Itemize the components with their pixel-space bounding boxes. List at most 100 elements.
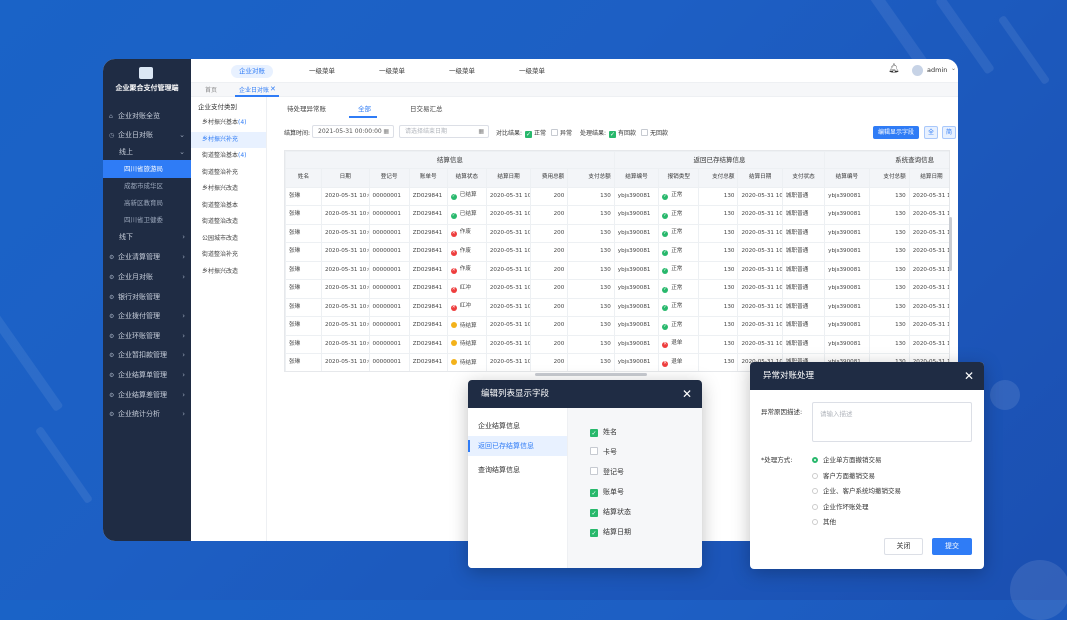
user-name[interactable]: admin	[927, 66, 947, 74]
cancel-button[interactable]: 关闭	[884, 538, 923, 555]
category-item[interactable]: 街道整治基本(4)	[191, 148, 266, 164]
field-checkbox[interactable]: ✓ 账单号	[590, 482, 702, 502]
sidebar-item[interactable]: 线上 ⌄	[103, 143, 191, 161]
category-item[interactable]: 街道整治补充	[191, 247, 266, 263]
sidebar-item[interactable]: 线下 ›	[103, 228, 191, 246]
radio-icon	[812, 519, 818, 525]
column-header: 费用总额	[530, 168, 569, 188]
process-paid-checkbox[interactable]: ✓ 有回款	[609, 128, 636, 138]
top-menu-item[interactable]: 一级菜单	[449, 65, 475, 78]
cell-text: 130	[600, 285, 611, 292]
close-icon[interactable]: ✕	[964, 362, 974, 390]
edit-fields-button[interactable]: 编辑显示字段	[873, 126, 919, 139]
end-date-input[interactable]: 请选择结束日期 ▦	[399, 125, 489, 138]
process-unpaid-checkbox[interactable]: 无回款	[641, 128, 668, 137]
horizontal-scrollbar[interactable]	[535, 373, 647, 376]
table-row[interactable]: 张琳2020-05-31 10:00:0900000001ZD029841✕作废…	[285, 260, 949, 280]
subtab-pending[interactable]: 待处理异常账	[287, 103, 326, 113]
vertical-scrollbar[interactable]	[949, 217, 952, 271]
table-row[interactable]: 张琳2020-05-31 10:00:0900000001ZD029841✓已结…	[285, 205, 949, 225]
subtab-daily[interactable]: 日交易汇总	[410, 103, 443, 113]
table-cell: 张琳	[285, 205, 322, 225]
simple-view-button[interactable]: 简	[942, 126, 956, 139]
cell-text: 2020-05-31 10:00:09	[489, 266, 531, 273]
compare-abnormal-checkbox[interactable]: 异常	[551, 128, 572, 137]
sidebar-item[interactable]: ⚙ 企业拨付管理 ›	[103, 307, 191, 325]
category-item[interactable]: 街道整治补充	[191, 165, 266, 181]
top-menu-item[interactable]: 一级菜单	[519, 65, 545, 78]
sidebar-item[interactable]: ⚙ 企业结算单管理 ›	[103, 366, 191, 384]
method-radio[interactable]: 企业作坏账处理	[812, 501, 869, 511]
cell-text: 待结算	[459, 341, 477, 348]
start-date-input[interactable]: 2021-05-31 00:00:00 ▦	[312, 125, 394, 138]
table-row[interactable]: 张琳2020-05-31 10:00:0900000001ZD029841✓已结…	[285, 186, 949, 206]
table-row[interactable]: 张琳2020-05-31 10:00:0900000001ZD029841待结算…	[285, 334, 949, 354]
checkbox-checked-icon: ✓	[590, 529, 598, 537]
field-checkbox[interactable]: 卡号	[590, 442, 702, 462]
sidebar-item[interactable]: ⚙ 企业统计分析 ›	[103, 405, 191, 423]
close-icon[interactable]: ✕	[682, 380, 692, 408]
sidebar-item[interactable]: ⚙ 企业暂扣款管理 ›	[103, 346, 191, 364]
category-item[interactable]: 街道整治改造	[191, 214, 266, 230]
tab-home[interactable]: 首页	[205, 85, 217, 96]
field-checkbox[interactable]: ✓ 结算日期	[590, 522, 702, 542]
field-group-item[interactable]: 企业结算信息	[468, 416, 567, 436]
cell-text: 正常	[671, 303, 683, 310]
cell-text: 2020-05-31 10:00:09	[912, 229, 949, 236]
category-item[interactable]: 乡村振兴补充	[191, 131, 266, 148]
avatar[interactable]	[912, 65, 923, 76]
sidebar-item[interactable]: 高新区教育局	[103, 194, 191, 212]
method-radio[interactable]: 企业单方面撤销交易	[812, 454, 882, 464]
category-item[interactable]: 街道整治基本	[191, 198, 266, 214]
subtab-all[interactable]: 全部	[358, 103, 371, 113]
sidebar-item[interactable]: 成都市成华区	[103, 177, 191, 195]
top-menu-item[interactable]: 一级菜单	[379, 65, 405, 78]
end-date-placeholder: 请选择结束日期	[405, 128, 448, 135]
category-item[interactable]: 乡村振兴改造	[191, 264, 266, 280]
top-menu-item[interactable]: 企业对账	[231, 65, 273, 78]
sidebar-item[interactable]: ⌂ 企业对账全览	[103, 107, 191, 125]
table-row[interactable]: 张琳2020-05-31 10:00:0900000001ZD029841✕作废…	[285, 223, 949, 243]
cell-text: ybjs390081	[617, 340, 651, 347]
category-item[interactable]: 乡村振兴基本(4)	[191, 115, 266, 131]
category-item[interactable]: 乡村振兴改造	[191, 181, 266, 197]
table-row[interactable]: 张琳2020-05-31 10:00:0900000001ZD029841✕作废…	[285, 242, 949, 262]
cell-text: 张琳	[289, 192, 301, 199]
sidebar-item[interactable]: 四川省旅游局	[103, 160, 191, 178]
top-menu-item[interactable]: 一级菜单	[309, 65, 335, 78]
method-radio[interactable]: 其他	[812, 516, 836, 526]
method-radio[interactable]: 企业、客户系统均撤销交易	[812, 485, 901, 495]
field-group-item[interactable]: 查询结算信息	[468, 460, 567, 480]
chevron-down-icon[interactable]: ⌄	[951, 65, 956, 72]
bell-icon[interactable]: 🔔︎	[888, 64, 899, 74]
sidebar-item[interactable]: ⚙ 企业结算差管理 ›	[103, 386, 191, 404]
full-view-button[interactable]: 全	[924, 126, 938, 139]
table-row[interactable]: 张琳2020-05-31 10:00:0900000001ZD029841待结算…	[285, 316, 949, 336]
sidebar-item[interactable]: ⚙ 企业环账管理 ›	[103, 327, 191, 345]
sidebar-item[interactable]: ◷ 企业日对账 ⌄	[103, 126, 191, 144]
check-circle-icon: ✓	[662, 286, 669, 293]
cell-text: 2020-05-31 10:00:09	[741, 192, 783, 199]
submit-button[interactable]: 提交	[932, 538, 972, 555]
cell-text: ybjs390081	[617, 266, 651, 273]
compare-normal-checkbox[interactable]: ✓ 正常	[525, 128, 546, 138]
sidebar-item[interactable]: ⚙ 企业清算管理 ›	[103, 248, 191, 266]
table-row[interactable]: 张琳2020-05-31 10:00:0900000001ZD029841✕红冲…	[285, 297, 949, 317]
field-checkbox[interactable]: ✓ 姓名	[590, 422, 702, 442]
reason-textarea[interactable]: 请输入描述	[812, 402, 972, 442]
check-circle-icon: ✓	[662, 194, 669, 201]
exception-dialog: 异常对账处理 ✕ 异常原因描述: 请输入描述 *处理方式: 企业单方面撤销交易 客户…	[750, 362, 984, 569]
close-icon[interactable]: ✕	[270, 85, 276, 93]
field-group-item[interactable]: 返回已存结算信息	[468, 436, 567, 456]
sidebar-item[interactable]: 四川省卫健委	[103, 211, 191, 229]
field-checkbox[interactable]: ✓ 结算状态	[590, 502, 702, 522]
method-radio[interactable]: 客户方面撤销交易	[812, 470, 875, 480]
cell-text: 130	[723, 303, 735, 310]
field-checkbox[interactable]: 登记号	[590, 462, 702, 482]
category-item[interactable]: 公园城市改造	[191, 231, 266, 247]
table-cell: 130	[868, 242, 910, 262]
table-row[interactable]: 张琳2020-05-31 10:00:0900000001ZD029841✕红冲…	[285, 279, 949, 299]
sidebar-item[interactable]: ⚙ 银行对账管理	[103, 288, 191, 306]
sidebar-item[interactable]: ⚙ 企业月对账 ›	[103, 268, 191, 286]
table-cell: ybjs390081	[824, 223, 870, 243]
